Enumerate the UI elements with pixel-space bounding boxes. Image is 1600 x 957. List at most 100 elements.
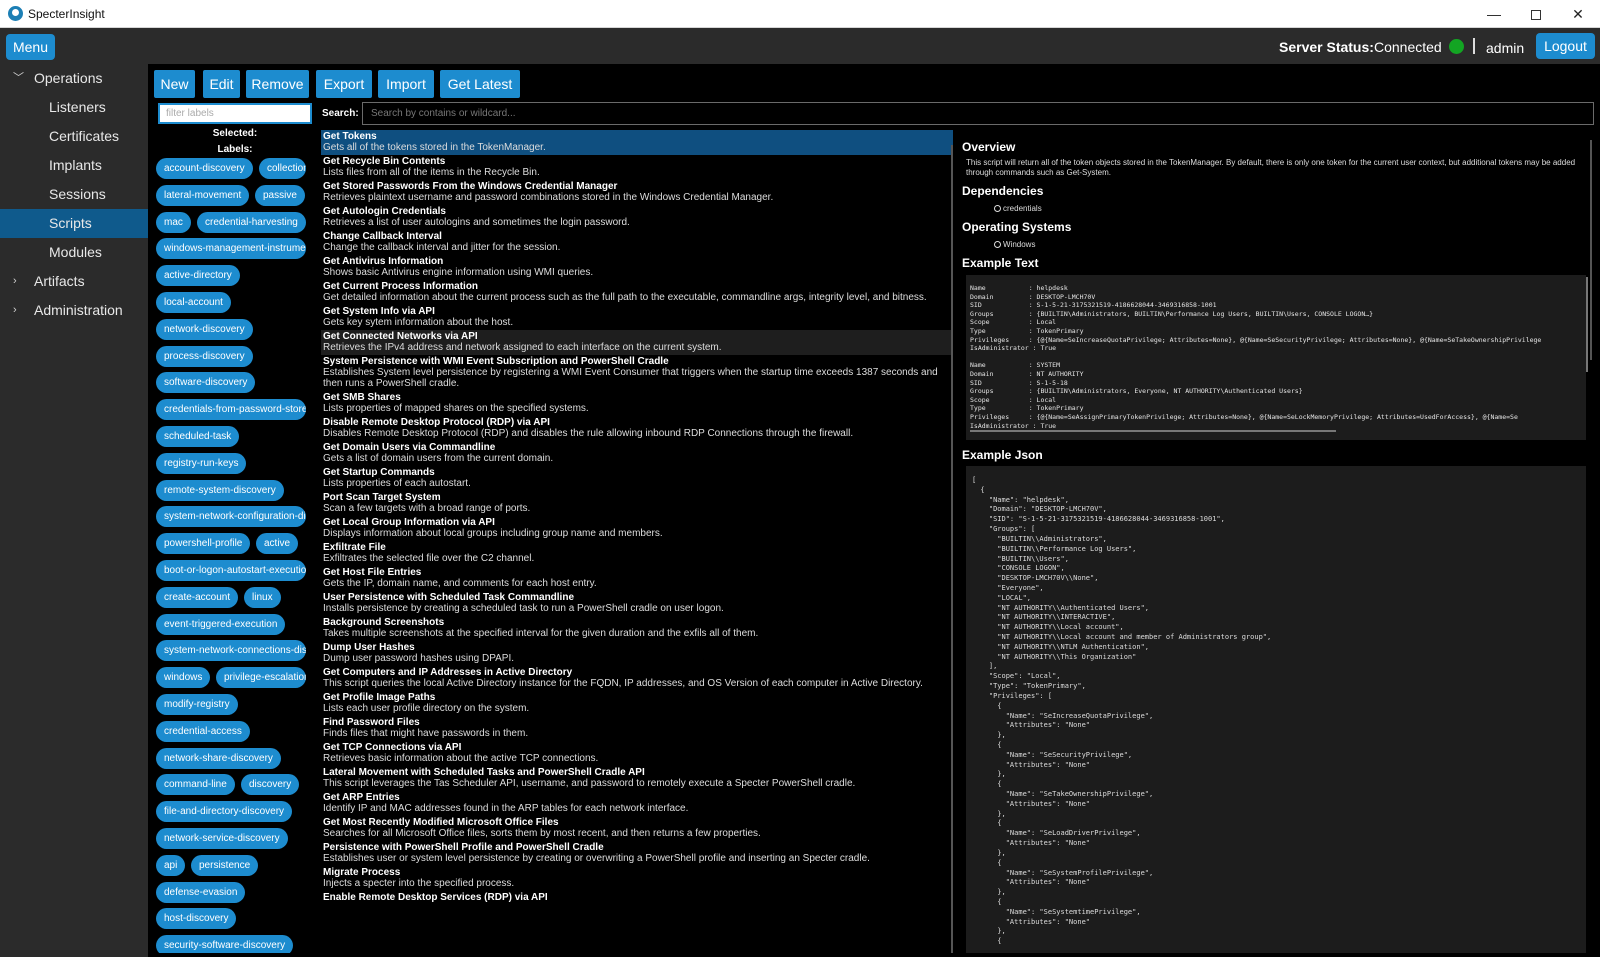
- maximize-button[interactable]: [1516, 0, 1556, 28]
- example-text-hscrollbar[interactable]: [970, 430, 1336, 432]
- label-tag[interactable]: credentials-from-password-stores: [156, 399, 306, 421]
- script-list-item[interactable]: Find Password Files Finds files that migh…: [321, 716, 953, 741]
- label-tag[interactable]: windows: [156, 667, 211, 689]
- script-list-item[interactable]: Get Startup Commands Lists properties of …: [321, 466, 953, 491]
- label-tag[interactable]: command-line: [156, 774, 235, 796]
- edit-button[interactable]: Edit: [203, 70, 240, 98]
- sidebar-item-artifacts[interactable]: › Artifacts: [0, 267, 148, 296]
- script-list-item[interactable]: Get Most Recently Modified Microsoft Off…: [321, 816, 953, 841]
- label-tag[interactable]: credential-access: [156, 720, 250, 742]
- script-list-item[interactable]: Migrate Process Injects a specter into th…: [321, 866, 953, 891]
- script-list-item[interactable]: Lateral Movement with Scheduled Tasks an…: [321, 766, 953, 791]
- script-list-item[interactable]: Get Recycle Bin Contents Lists files from…: [321, 155, 953, 180]
- script-list-item[interactable]: Get Current Process Information Get detai…: [321, 280, 953, 305]
- script-list-item[interactable]: Change Callback Interval Change the callb…: [321, 230, 953, 255]
- label-tag[interactable]: local-account: [156, 292, 231, 313]
- label-tag[interactable]: collection: [259, 158, 306, 179]
- script-description: Retrieves plaintext username and passwor…: [323, 192, 774, 203]
- label-tag[interactable]: defense-evasion: [156, 881, 246, 903]
- script-list-item[interactable]: Disable Remote Desktop Protocol (RDP) vi…: [321, 416, 953, 441]
- label-tag[interactable]: mac: [156, 211, 191, 233]
- label-tag[interactable]: credential-harvesting: [197, 211, 306, 233]
- label-tag[interactable]: event-triggered-execution: [156, 613, 286, 635]
- label-tag[interactable]: remote-system-discovery: [156, 479, 284, 501]
- label-tag[interactable]: modify-registry: [156, 694, 238, 715]
- label-tag[interactable]: account-discovery: [156, 158, 253, 179]
- label-tag[interactable]: software-discovery: [156, 372, 256, 394]
- script-list-item[interactable]: Get Autologin Credentials Retrieves a lis…: [321, 205, 953, 230]
- script-list-item[interactable]: Get ARP Entries Identify IP and MAC addre…: [321, 791, 953, 816]
- script-list-item[interactable]: Get Host File Entries Gets the IP, domain…: [321, 566, 953, 591]
- label-tag[interactable]: create-account: [156, 586, 239, 608]
- sidebar-item-operations[interactable]: ﹀ Operations: [0, 64, 148, 93]
- search-input[interactable]: Search by contains or wildcard...: [362, 102, 1594, 125]
- script-description: Lists properties of mapped shares on the…: [323, 403, 589, 414]
- label-tag[interactable]: api: [156, 854, 186, 876]
- sidebar-item-scripts[interactable]: Scripts: [0, 209, 148, 238]
- sidebar-item-sessions[interactable]: Sessions: [0, 180, 148, 209]
- example-text-scrollbar[interactable]: [1586, 277, 1588, 372]
- label-tag[interactable]: privilege-escalation: [216, 667, 306, 689]
- label-tag[interactable]: discovery: [241, 774, 300, 796]
- script-list-item[interactable]: Get Stored Passwords From the Windows Cr…: [321, 180, 953, 205]
- label-filter-input[interactable]: filter labels: [158, 103, 312, 124]
- script-list-item[interactable]: Port Scan Target System Scan a few target…: [321, 491, 953, 516]
- label-tag[interactable]: persistence: [191, 854, 259, 876]
- label-tag[interactable]: passive: [255, 184, 305, 206]
- sidebar-item-listeners[interactable]: Listeners: [0, 93, 148, 122]
- import-button[interactable]: Import: [378, 70, 434, 98]
- label-tag[interactable]: active: [256, 533, 299, 555]
- label-tag[interactable]: scheduled-task: [156, 426, 240, 447]
- label-tag[interactable]: system-network-connections-discovery: [156, 640, 306, 662]
- example-json-box: [ { "Name": "helpdesk", "Domain": "DESKT…: [966, 466, 1586, 953]
- label-tag[interactable]: process-discovery: [156, 345, 253, 367]
- script-list-item[interactable]: Enable Remote Desktop Services (RDP) via…: [321, 891, 953, 905]
- label-tag[interactable]: security-software-discovery: [156, 935, 294, 953]
- close-button[interactable]: ✕: [1558, 0, 1598, 28]
- script-list-item[interactable]: Get Local Group Information via API Displ…: [321, 516, 953, 541]
- label-tag[interactable]: active-directory: [156, 265, 240, 287]
- script-list-item[interactable]: User Persistence with Scheduled Task Com…: [321, 591, 953, 616]
- label-tag[interactable]: network-service-discovery: [156, 828, 288, 849]
- remove-button[interactable]: Remove: [246, 70, 309, 98]
- label-tag[interactable]: network-share-discovery: [156, 747, 281, 769]
- logout-button[interactable]: Logout: [1536, 33, 1595, 59]
- minimize-button[interactable]: —: [1474, 0, 1514, 28]
- script-list-item[interactable]: Exfiltrate File Exfiltrates the selected …: [321, 541, 953, 566]
- label-tag[interactable]: system-network-configuration-discovery: [156, 506, 306, 528]
- script-list-item[interactable]: Get TCP Connections via API Retrieves bas…: [321, 741, 953, 766]
- menu-button[interactable]: Menu: [6, 34, 55, 60]
- script-list-item[interactable]: Get Domain Users via Commandline Gets a l…: [321, 441, 953, 466]
- script-list-item[interactable]: Get Tokens Gets all of the tokens stored …: [321, 130, 953, 155]
- script-list-item[interactable]: Get Computers and IP Addresses in Active…: [321, 666, 953, 691]
- script-name: Find Password Files: [323, 717, 420, 728]
- script-list-item[interactable]: Dump User Hashes Dump user password hashe…: [321, 641, 953, 666]
- export-button[interactable]: Export: [316, 70, 372, 98]
- sidebar-item-certificates[interactable]: Certificates: [0, 122, 148, 151]
- script-list-item[interactable]: Background Screenshots Takes multiple scr…: [321, 616, 953, 641]
- script-list-item[interactable]: Get Antivirus Information Shows basic Ant…: [321, 255, 953, 280]
- label-tag[interactable]: registry-run-keys: [156, 452, 247, 474]
- script-list-item[interactable]: Get Profile Image Paths Lists each user p…: [321, 691, 953, 716]
- label-tag[interactable]: windows-management-instrumentation: [156, 238, 306, 260]
- label-tag[interactable]: network-discovery: [156, 318, 253, 340]
- script-description: Retrieves a list of user autologins and …: [323, 217, 630, 228]
- sidebar-item-implants[interactable]: Implants: [0, 151, 148, 180]
- label-tag[interactable]: boot-or-logon-autostart-execution: [156, 560, 306, 581]
- sidebar-item-modules[interactable]: Modules: [0, 238, 148, 267]
- script-list-item[interactable]: System Persistence with WMI Event Subscr…: [321, 355, 953, 391]
- label-tag[interactable]: host-discovery: [156, 908, 237, 930]
- new-button[interactable]: New: [154, 70, 195, 98]
- script-list-item[interactable]: Persistence with PowerShell Profile and …: [321, 841, 953, 866]
- sidebar-item-administration[interactable]: › Administration: [0, 296, 148, 325]
- get-latest-button[interactable]: Get Latest: [440, 70, 520, 98]
- scripts-list-scrollbar[interactable]: [951, 145, 953, 953]
- script-list-item[interactable]: Get System Info via API Gets key sytem in…: [321, 305, 953, 330]
- label-tag[interactable]: linux: [244, 586, 281, 608]
- script-list-item[interactable]: Get SMB Shares Lists properties of mapped…: [321, 391, 953, 416]
- details-scrollbar[interactable]: [1590, 140, 1592, 360]
- label-tag[interactable]: powershell-profile: [156, 533, 251, 555]
- label-tag[interactable]: file-and-directory-discovery: [156, 801, 293, 823]
- script-list-item[interactable]: Get Connected Networks via API Retrieves …: [321, 330, 953, 355]
- label-tag[interactable]: lateral-movement: [156, 184, 250, 206]
